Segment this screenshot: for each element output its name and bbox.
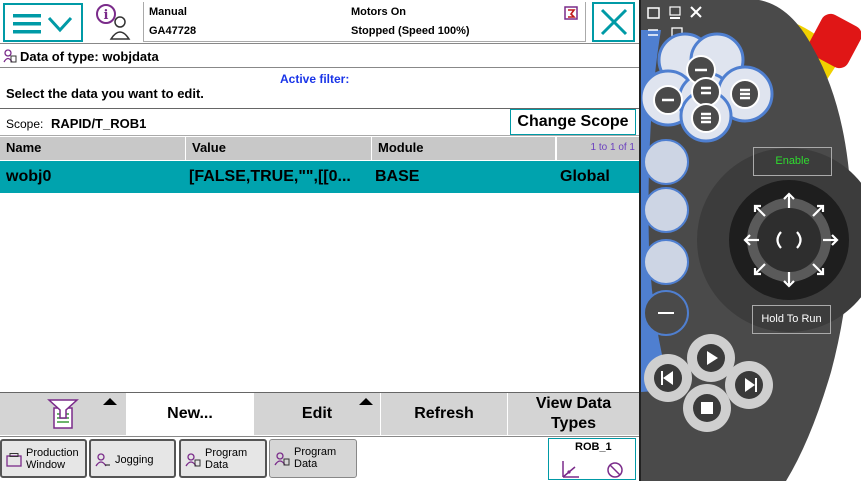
filter-expand-icon [103, 398, 117, 405]
task-program-data[interactable]: Program Data [179, 439, 267, 478]
virtual-pendant-housing: Enable Hold To Run [639, 0, 861, 481]
scope-value: RAPID/T_ROB1 [51, 116, 147, 131]
controller-name: GA47728 [149, 25, 197, 37]
program-data-icon [3, 49, 17, 63]
abb-menu-icon [13, 14, 73, 34]
filter-button[interactable] [0, 393, 127, 435]
refresh-button[interactable]: Refresh [381, 393, 508, 435]
task-program-data-line1: Program [294, 446, 337, 458]
column-header-name[interactable]: Name [0, 137, 186, 160]
task-program-data-line1: Program [205, 447, 248, 459]
enable-button[interactable]: Enable [753, 147, 832, 176]
status-flag-icon [564, 6, 578, 20]
active-filter-label: Active filter: [280, 72, 350, 86]
new-button[interactable]: New... [127, 393, 254, 435]
task-production-line2: Window [26, 459, 66, 471]
table-header: Name Value Module 1 to 1 of 1 [0, 137, 639, 160]
task-program-data-line2: Data [205, 459, 229, 471]
column-header-value[interactable]: Value [186, 137, 372, 160]
quickset-icon [562, 461, 623, 478]
program-data-icon [274, 452, 290, 466]
cell-name: wobj0 [6, 168, 52, 185]
abb-menu-button[interactable] [3, 3, 83, 42]
jogging-icon [95, 453, 110, 467]
edit-label: Edit [301, 405, 333, 422]
column-header-module[interactable]: Module [372, 137, 556, 160]
page-title: Data of type: wobjdata [20, 49, 159, 64]
task-production-window[interactable]: Production Window [0, 439, 87, 478]
edit-expand-icon [359, 398, 373, 405]
view-data-types-line1: View Data [535, 395, 612, 412]
status-panel[interactable]: Manual GA47728 Motors On Stopped (Speed … [143, 2, 586, 42]
quickset-button[interactable]: ROB_1 [548, 438, 636, 480]
top-bar: i Manual GA47728 Motors On Stopped (Spee… [0, 0, 639, 44]
taskbar: Production Window Jogging Program Data P… [0, 436, 639, 481]
task-production-line1: Production [26, 447, 79, 459]
cell-module: BASE [375, 168, 420, 185]
task-jogging-label: Jogging [115, 454, 154, 466]
change-scope-button[interactable]: Change Scope [510, 109, 636, 135]
quickset-robot-label: ROB_1 [575, 441, 612, 453]
motors-state: Motors On [351, 6, 406, 18]
event-log-icon[interactable]: i [93, 3, 133, 41]
hold-to-run-button[interactable]: Hold To Run [752, 305, 831, 334]
cell-value: [FALSE,TRUE,"",[[0... [189, 168, 351, 185]
production-window-icon [6, 453, 22, 467]
close-icon [600, 8, 628, 36]
flexpendant-screen: i Manual GA47728 Motors On Stopped (Spee… [0, 0, 639, 481]
program-data-icon [185, 453, 201, 467]
pendant-graphic [641, 0, 861, 481]
task-jogging[interactable]: Jogging [89, 439, 176, 478]
view-data-types-line2: Types [550, 415, 597, 432]
svg-text:i: i [104, 8, 109, 23]
view-title-bar: Data of type: wobjdata [0, 46, 639, 68]
operating-mode: Manual [149, 6, 187, 18]
instruction-text: Select the data you want to edit. [6, 86, 204, 101]
task-program-data-line2: Data [294, 458, 318, 470]
table-row[interactable]: wobj0 [FALSE,TRUE,"",[[0... BASE Global [0, 161, 639, 193]
task-program-data-active[interactable]: Program Data [269, 439, 357, 478]
cell-scope: Global [560, 168, 610, 185]
scope-label: Scope: [6, 117, 44, 131]
program-state: Stopped (Speed 100%) [351, 25, 470, 37]
row-count: 1 to 1 of 1 [556, 137, 639, 160]
filter-icon [47, 399, 79, 429]
edit-button[interactable]: Edit [254, 393, 381, 435]
scope-row: Scope: RAPID/T_ROB1 Change Scope [0, 108, 639, 136]
close-button[interactable] [592, 2, 635, 42]
view-data-types-button[interactable]: View Data Types [508, 393, 639, 435]
command-bar: New... Edit Refresh View Data Types [0, 392, 639, 435]
